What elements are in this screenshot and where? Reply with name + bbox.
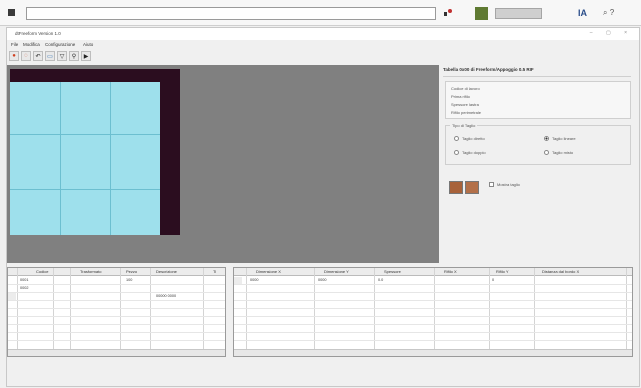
cut-type-group: Tipo di Taglio Taglio diretto Taglio lin… [445, 123, 631, 165]
menu-file[interactable]: File [11, 42, 18, 47]
grid-header: Codice Trasformato Pezzo Descrizione Ti [8, 268, 225, 276]
undo-button[interactable]: ↶ [33, 51, 43, 61]
row-selector[interactable] [234, 277, 242, 284]
canvas-panel[interactable] [7, 65, 439, 263]
open-button[interactable]: ◌ [21, 51, 31, 61]
window-controls[interactable]: – ▢ × [590, 30, 633, 36]
notification-icon[interactable] [444, 9, 452, 18]
screen: IA ⌕ ? dtFreeform Version 1.0 – ▢ × File… [0, 0, 641, 388]
top-bar: IA ⌕ ? [0, 0, 641, 26]
radio-taglio-doppio[interactable]: Taglio doppio [454, 150, 486, 155]
pieces-grid[interactable]: Codice Trasformato Pezzo Descrizione Ti … [7, 267, 226, 357]
radio-taglio-lineare[interactable]: Taglio lineare [544, 136, 576, 141]
sheet-header [10, 69, 160, 82]
dimensions-grid[interactable]: Dimensione X Dimensione Y Spessore Rifil… [233, 267, 633, 357]
title-bar: dtFreeform Version 1.0 – ▢ × [7, 28, 639, 40]
group-title: Tipo di Taglio [450, 123, 478, 128]
toolbar-primary: ● ◌ ↶ ▭ ▽ ⚲ ▶ [9, 50, 91, 62]
table-cell[interactable]: 00000 0000 [156, 294, 176, 298]
taskbar-button[interactable] [495, 8, 542, 19]
horizontal-scrollbar[interactable] [234, 349, 632, 356]
prop-row: Prima rifilo [451, 94, 470, 99]
radio-taglio-misto[interactable]: Taglio misto [544, 150, 573, 155]
table-cell[interactable]: 0000 [318, 278, 326, 282]
app-menu-icon[interactable] [8, 9, 15, 16]
show-cut-checkbox[interactable]: Mostra taglio [489, 182, 520, 187]
run-button[interactable]: ▶ [81, 51, 91, 61]
sheet-offcut [160, 69, 180, 235]
address-input[interactable] [26, 7, 436, 20]
table-cell[interactable]: 0.0 [378, 278, 383, 282]
app-shortcut-icon[interactable] [475, 7, 488, 20]
menu-aiuto[interactable]: Aiuto [83, 42, 93, 47]
prop-row: Spessore lastra [451, 102, 479, 107]
image-button-2[interactable] [465, 181, 479, 194]
window-title: dtFreeform Version 1.0 [15, 31, 61, 36]
table-cell[interactable]: 0002 [20, 286, 28, 290]
image-button-1[interactable] [449, 181, 463, 194]
properties-title: Tabella 0x00 di Freeform/Appoggio 0.5 RI… [443, 67, 631, 77]
menu-modifica[interactable]: Modifica [23, 42, 40, 47]
menu-bar: File Modifica Configurazione Aiuto [7, 40, 639, 49]
prop-row: Codice di lavoro [451, 86, 480, 91]
radio-taglio-diretto[interactable]: Taglio diretto [454, 136, 485, 141]
prop-row: Rifilo perimetrale [451, 110, 482, 115]
menu-configurazione[interactable]: Configurazione [45, 42, 75, 47]
grid-header: Dimensione X Dimensione Y Spessore Rifil… [234, 268, 632, 276]
table-cell[interactable]: 100 [126, 278, 132, 282]
horizontal-scrollbar[interactable] [8, 349, 225, 356]
new-button[interactable]: ● [9, 51, 19, 61]
row-selector[interactable] [8, 293, 16, 300]
language-icon[interactable]: IA [578, 8, 592, 19]
search-help-icon[interactable]: ⌕ ? [603, 8, 625, 19]
table-cell[interactable]: 0001 [20, 278, 28, 282]
filter-button[interactable]: ▽ [57, 51, 67, 61]
view-button[interactable]: ▭ [45, 51, 55, 61]
table-cell[interactable]: 0000 [250, 278, 258, 282]
properties-box: Codice di lavoro Prima rifilo Spessore l… [445, 81, 631, 119]
table-cell[interactable]: 0 [492, 278, 494, 282]
properties-panel: Tabella 0x00 di Freeform/Appoggio 0.5 RI… [441, 65, 633, 263]
cutting-sheet[interactable] [10, 69, 160, 235]
app-window: dtFreeform Version 1.0 – ▢ × File Modifi… [6, 27, 640, 387]
tool-button[interactable]: ⚲ [69, 51, 79, 61]
